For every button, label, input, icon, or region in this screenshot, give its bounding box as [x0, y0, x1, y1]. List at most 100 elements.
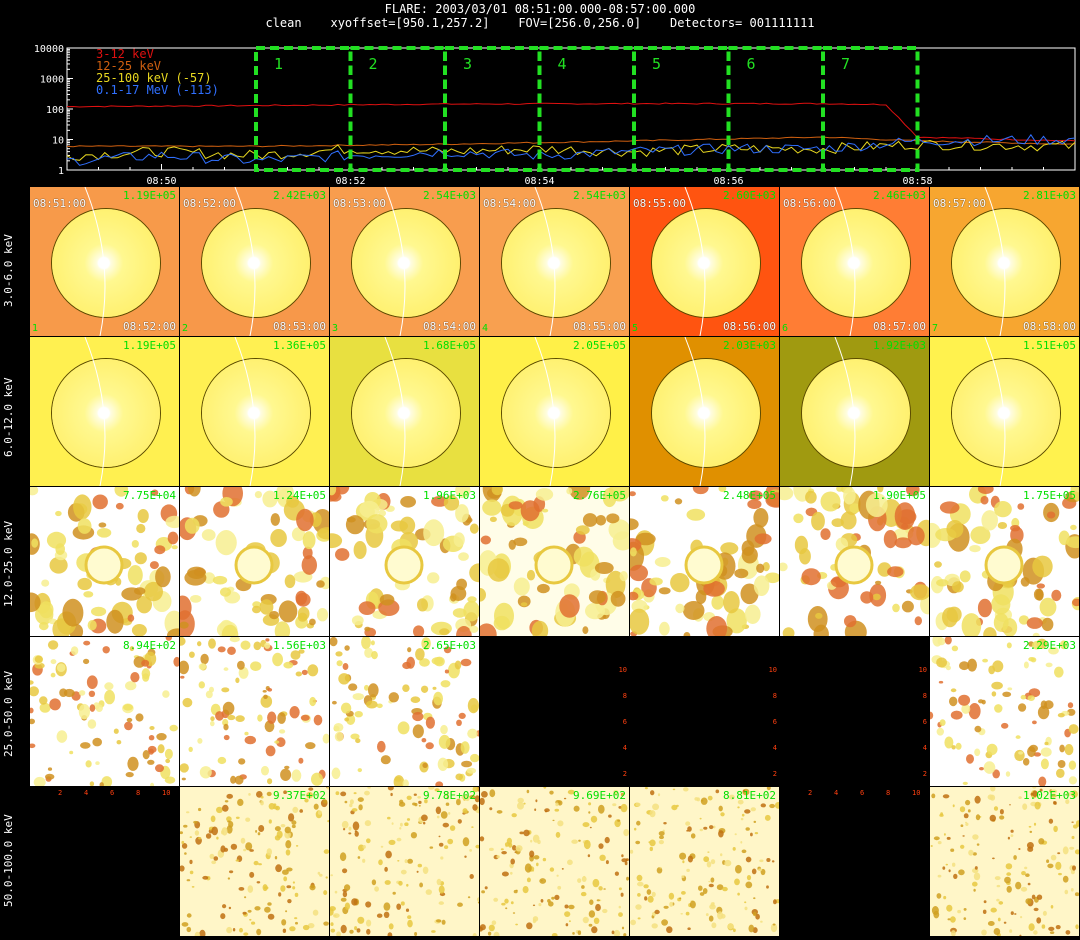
noise-blob: [80, 742, 91, 749]
noise-blob: [171, 545, 178, 550]
noise-blob: [480, 588, 486, 602]
noise-blob: [156, 733, 167, 741]
noise-blob: [449, 825, 456, 831]
noise-blob: [958, 694, 971, 706]
noise-blob: [240, 837, 246, 844]
noise-blob: [275, 864, 282, 873]
noise-blob: [636, 874, 643, 882]
noise-blob: [589, 899, 594, 905]
limb-path: [684, 187, 706, 336]
noise-blob: [772, 923, 776, 926]
noise-blob: [1046, 511, 1056, 519]
noise-blob: [1036, 917, 1042, 924]
noise-blob: [990, 787, 996, 792]
noise-blob: [78, 703, 90, 720]
x-tick-label: 08:54: [524, 176, 554, 187]
noise-blob: [470, 753, 479, 763]
noise-blob: [946, 606, 962, 623]
noise-blob: [1015, 881, 1022, 890]
frame-axis-tick: 8: [772, 692, 777, 700]
noise-blob: [349, 929, 354, 934]
noise-blob: [437, 757, 449, 771]
noise-blob: [937, 841, 942, 845]
noise-blob: [362, 858, 366, 863]
noise-blob: [966, 754, 974, 764]
noise-blob: [289, 926, 296, 932]
frame-axis-tick: 2: [772, 770, 777, 778]
noise-blob: [194, 830, 200, 836]
noise-blob: [573, 805, 580, 812]
max-counts-label: 2.76E+05: [573, 489, 626, 502]
noise-blob: [771, 860, 775, 863]
noise-blob: [467, 896, 471, 899]
noise-blob: [965, 799, 971, 806]
noise-blob: [983, 900, 987, 904]
noise-blob: [406, 883, 409, 887]
noise-blob: [205, 833, 212, 839]
noise-blob: [554, 808, 560, 812]
noise-blob: [227, 877, 231, 880]
noise-blob: [244, 731, 249, 736]
noise-blob: [582, 822, 590, 828]
noise-blob: [476, 897, 479, 902]
image-frame: 1.02E+03: [930, 787, 1079, 936]
noise-blob: [431, 930, 436, 933]
noise-blob: [284, 826, 291, 834]
frame-axis-tick: 6: [772, 718, 777, 726]
noise-blob: [756, 563, 765, 573]
noise-blob: [646, 889, 652, 895]
max-counts-label: 1.19E+05: [123, 189, 176, 202]
noise-blob: [734, 878, 740, 886]
noise-blob: [220, 913, 226, 920]
noise-blob: [256, 928, 262, 936]
noise-blob: [190, 595, 202, 603]
noise-blob: [167, 531, 179, 545]
noise-blob: [982, 909, 987, 914]
noise-blob: [285, 910, 288, 913]
noise-blob: [635, 904, 642, 910]
noise-blob: [542, 857, 547, 862]
noise-blob: [188, 746, 193, 752]
noise-blob: [962, 835, 965, 837]
noise-blob: [396, 837, 402, 842]
noise-blob: [435, 806, 442, 815]
frame-index: 1: [32, 323, 39, 334]
noise-blob: [267, 688, 273, 692]
noise-blob: [559, 594, 580, 618]
noise-blob: [491, 920, 497, 925]
noise-blob: [1053, 825, 1058, 833]
frame-end-time: 08:56:00: [723, 320, 776, 333]
limb-path: [84, 187, 106, 336]
noise-blob: [959, 570, 971, 583]
noise-blob: [1057, 713, 1065, 718]
noise-blob: [291, 769, 302, 782]
noise-blob: [256, 881, 261, 884]
noise-blob: [745, 856, 752, 863]
max-counts-label: 1.36E+05: [273, 339, 326, 352]
noise-blob: [997, 522, 1008, 529]
max-counts-label: 1.96E+03: [423, 489, 476, 502]
noise-blob: [442, 822, 449, 828]
noise-blob: [679, 852, 687, 860]
noise-blob: [438, 842, 444, 847]
noise-blob: [649, 810, 656, 818]
noise-blob: [510, 871, 513, 875]
noise-blob: [764, 814, 771, 821]
flare-source-blob: [384, 545, 424, 585]
noise-blob: [352, 693, 364, 701]
noise-blob: [435, 781, 444, 786]
noise-blob: [990, 907, 997, 913]
noise-blob: [62, 598, 84, 627]
lightcurve-chart: 10000 1000 100 10 1 08:50 08:52 08:54 08:56 08:58…: [34, 44, 1076, 187]
noise-blob: [648, 841, 651, 843]
noise-blob: [487, 558, 510, 582]
limb-path: [534, 337, 556, 486]
image-frame: 2.46E+03 08:56:00 08:57:00 6: [780, 187, 929, 336]
noise-blob: [208, 638, 216, 649]
frame-end-time: 08:53:00: [273, 320, 326, 333]
y-tick-label: 10000: [34, 44, 64, 55]
noise-blob: [413, 793, 417, 796]
noise-blob: [701, 799, 704, 802]
noise-blob: [232, 928, 236, 932]
noise-blob: [127, 614, 135, 622]
